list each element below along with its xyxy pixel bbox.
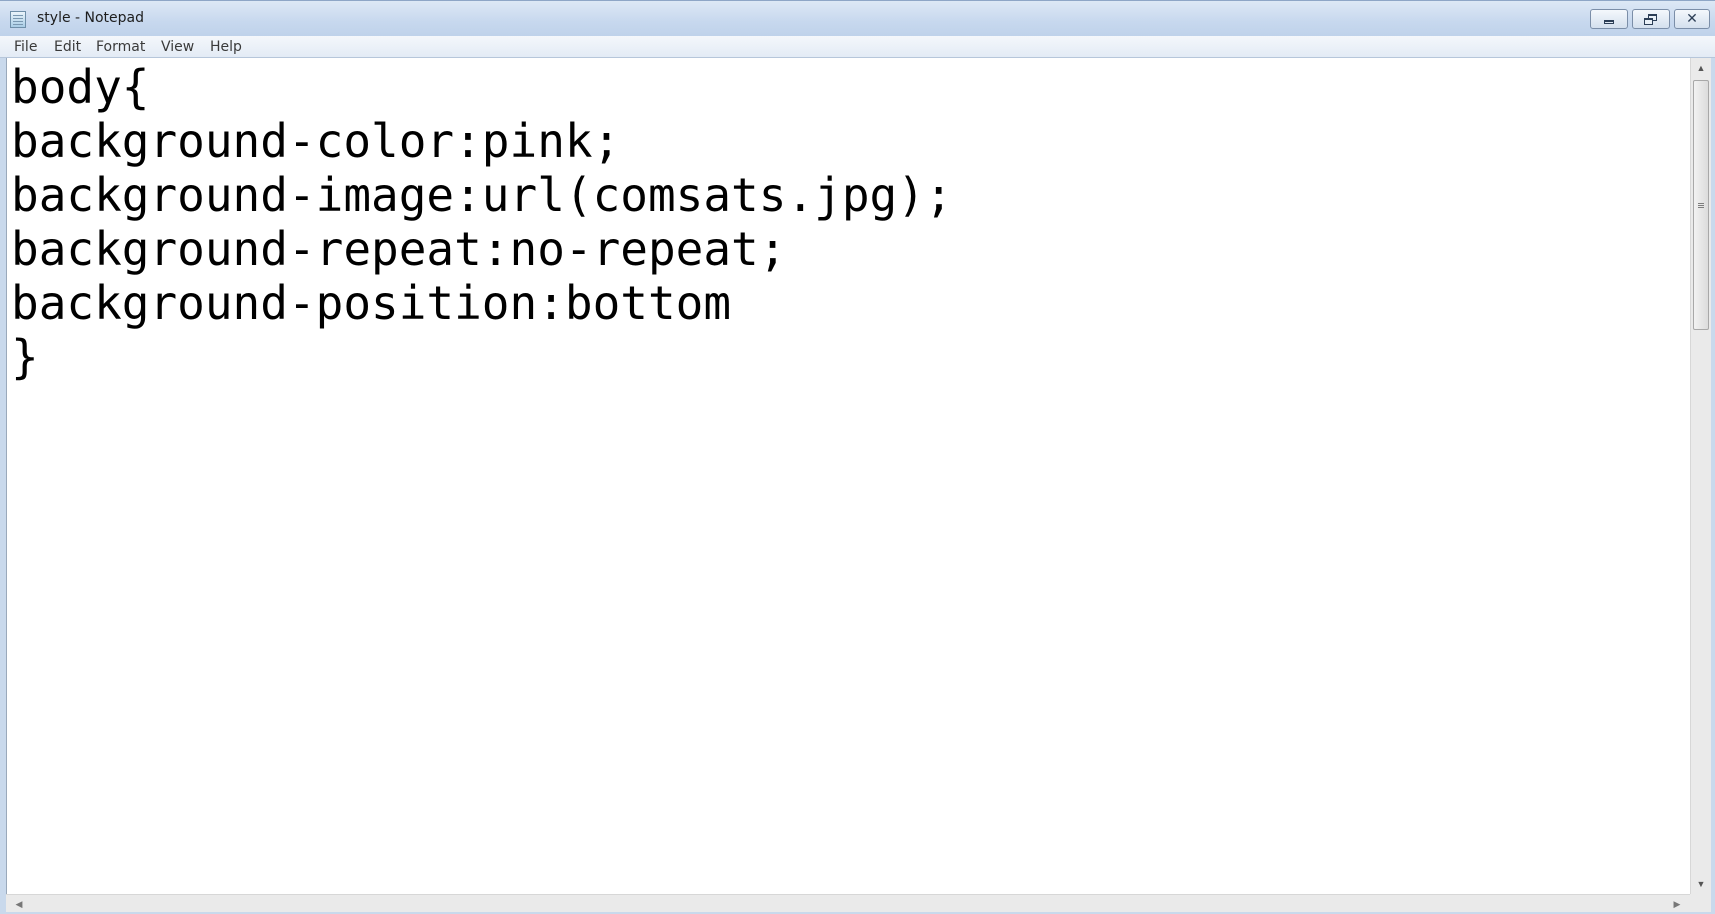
restore-icon <box>1644 13 1658 25</box>
grip-icon <box>1698 202 1704 204</box>
menu-help[interactable]: Help <box>208 39 244 55</box>
menu-view[interactable]: View <box>159 39 196 55</box>
close-button[interactable]: ✕ <box>1674 9 1710 29</box>
arrow-right-icon[interactable]: ▶ <box>1668 895 1686 913</box>
arrow-left-icon[interactable]: ◀ <box>10 895 28 913</box>
editor-text[interactable]: body{ background-color:pink; background-… <box>11 60 953 384</box>
minimize-icon <box>1604 20 1614 24</box>
menu-edit[interactable]: Edit <box>52 39 83 55</box>
window-title: style - Notepad <box>37 10 145 26</box>
scrollbar-corner <box>1690 894 1711 912</box>
text-editor[interactable]: body{ background-color:pink; background-… <box>6 58 1690 894</box>
notepad-icon[interactable] <box>10 11 26 28</box>
arrow-down-icon[interactable]: ▼ <box>1691 874 1711 894</box>
menu-bar: File Edit Format View Help <box>0 36 1715 58</box>
menu-format[interactable]: Format <box>94 39 147 55</box>
notepad-window: style - Notepad ✕ File Edit Format View … <box>0 0 1715 914</box>
arrow-up-icon[interactable]: ▲ <box>1691 58 1711 78</box>
title-bar[interactable]: style - Notepad ✕ <box>0 0 1715 36</box>
vertical-scroll-thumb[interactable] <box>1693 80 1709 330</box>
restore-button[interactable] <box>1632 9 1670 29</box>
vertical-scrollbar[interactable]: ▲ ▼ <box>1690 58 1711 894</box>
menu-file[interactable]: File <box>12 39 39 55</box>
close-icon: ✕ <box>1686 11 1698 27</box>
horizontal-scrollbar[interactable]: ◀ ▶ <box>6 894 1690 912</box>
minimize-button[interactable] <box>1590 9 1628 29</box>
